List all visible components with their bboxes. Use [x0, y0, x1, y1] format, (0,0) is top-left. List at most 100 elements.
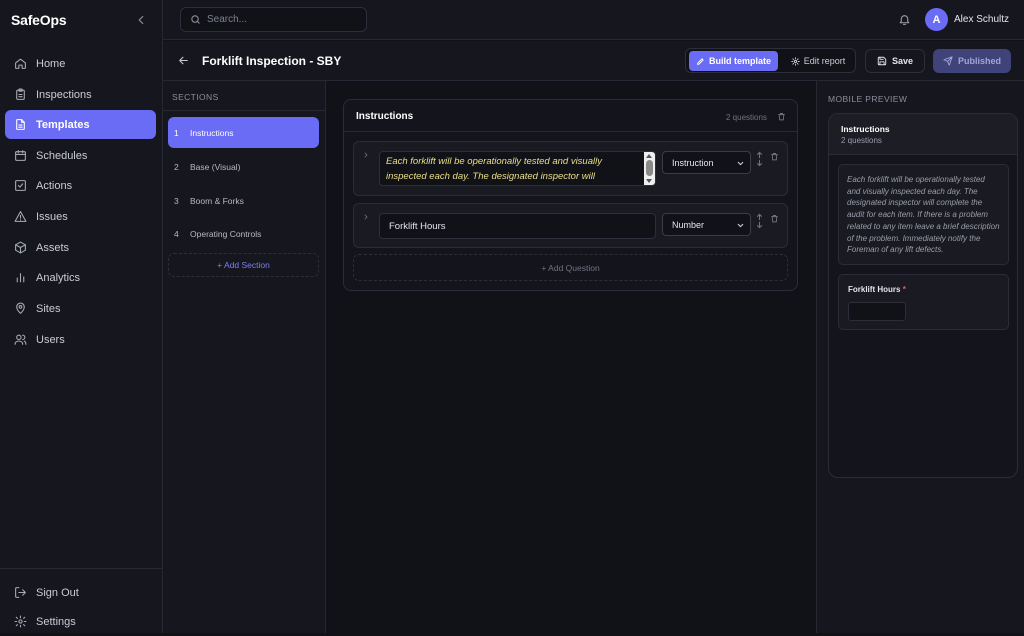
- question-text-area[interactable]: Each forklift will be operationally test…: [379, 151, 656, 186]
- sidebar-item-users[interactable]: Users: [5, 325, 156, 354]
- preview-question-label: Forklift Hours *: [848, 285, 906, 294]
- scroll-down-arrow-icon[interactable]: [646, 179, 652, 183]
- sidebar-item-label: Inspections: [36, 88, 92, 101]
- save-icon: [877, 56, 887, 66]
- sidebar-item-actions[interactable]: Actions: [5, 171, 156, 200]
- sidebar-item-label: Sign Out: [36, 586, 79, 599]
- box-icon: [14, 241, 27, 254]
- calendar-icon: [14, 149, 27, 162]
- preview-number-input[interactable]: [848, 302, 906, 321]
- bar-chart-icon: [14, 271, 27, 284]
- sidebar: SafeOps Home Inspections Templates Sched…: [0, 0, 163, 633]
- sidebar-item-issues[interactable]: Issues: [5, 202, 156, 231]
- chevron-down-icon: [736, 159, 745, 168]
- check-square-icon: [14, 179, 27, 192]
- section-card: Instructions 2 questions Each forklift w…: [343, 99, 798, 291]
- reorder-arrows-icon[interactable]: [756, 151, 763, 167]
- sidebar-item-assets[interactable]: Assets: [5, 233, 156, 262]
- sidebar-item-analytics[interactable]: Analytics: [5, 263, 156, 292]
- section-label: Instructions: [190, 127, 234, 138]
- preview-instruction-text: Each forklift will be operationally test…: [838, 164, 1009, 265]
- clipboard-icon: [14, 88, 27, 101]
- scrollbar-thumb[interactable]: [646, 160, 653, 176]
- trash-icon[interactable]: [777, 112, 786, 121]
- scroll-up-arrow-icon[interactable]: [646, 154, 652, 158]
- sections-panel: SECTIONS 1 Instructions 2 Base (Visual) …: [163, 81, 326, 633]
- search-icon: [190, 14, 201, 25]
- avatar[interactable]: A: [925, 8, 948, 31]
- sidebar-item-settings[interactable]: Settings: [5, 607, 156, 636]
- back-arrow-icon[interactable]: [177, 54, 190, 67]
- sidebar-item-label: Templates: [36, 118, 90, 131]
- sidebar-item-schedules[interactable]: Schedules: [5, 141, 156, 170]
- reorder-arrows-icon[interactable]: [756, 213, 763, 229]
- preview-section-header: Instructions 2 questions: [829, 114, 1017, 155]
- question-type-select[interactable]: Instruction: [662, 151, 751, 174]
- published-button[interactable]: Published: [933, 49, 1011, 73]
- mobile-preview-heading: MOBILE PREVIEW: [828, 94, 908, 104]
- question-row: Each forklift will be operationally test…: [353, 141, 788, 196]
- section-item-instructions[interactable]: 1 Instructions: [168, 117, 319, 148]
- card-divider: [344, 131, 797, 132]
- save-button[interactable]: Save: [865, 49, 925, 73]
- section-item-base-visual[interactable]: 2 Base (Visual): [168, 151, 319, 182]
- gear-icon: [14, 615, 27, 628]
- sidebar-item-label: Schedules: [36, 149, 88, 162]
- sections-heading: SECTIONS: [172, 92, 219, 102]
- sidebar-item-home[interactable]: Home: [5, 49, 156, 78]
- bell-icon[interactable]: [898, 13, 911, 26]
- logout-icon: [14, 586, 27, 599]
- sidebar-item-label: Analytics: [36, 271, 81, 284]
- section-label: Boom & Forks: [190, 195, 244, 206]
- question-row: Forklift Hours Number: [353, 203, 788, 248]
- edit-report-tab[interactable]: Edit report: [782, 51, 854, 71]
- edit-report-label: Edit report: [803, 56, 846, 66]
- sidebar-item-inspections[interactable]: Inspections: [5, 80, 156, 109]
- sidebar-divider: [0, 568, 163, 569]
- add-section-button[interactable]: + Add Section: [168, 253, 319, 277]
- preview-section-title: Instructions: [841, 124, 890, 134]
- chevron-right-icon[interactable]: [362, 213, 370, 221]
- home-icon: [14, 57, 27, 70]
- sections-divider: [163, 110, 326, 111]
- question-text-input[interactable]: Forklift Hours: [379, 213, 656, 239]
- search-input[interactable]: Search...: [180, 7, 367, 32]
- sidebar-item-templates[interactable]: Templates: [5, 110, 156, 139]
- sidebar-item-label: Settings: [36, 615, 76, 628]
- question-type-value: Number: [672, 219, 705, 230]
- section-number: 2: [174, 161, 179, 172]
- mobile-preview-panel: MOBILE PREVIEW Instructions 2 questions …: [816, 81, 1024, 633]
- section-item-operating-controls[interactable]: 4 Operating Controls: [168, 218, 319, 249]
- editor-area: Instructions 2 questions Each forklift w…: [326, 81, 816, 633]
- chevron-down-icon: [736, 221, 745, 230]
- build-template-label: Build template: [708, 56, 771, 66]
- document-icon: [14, 118, 27, 131]
- add-question-button[interactable]: + Add Question: [353, 254, 788, 281]
- sidebar-item-sites[interactable]: Sites: [5, 294, 156, 323]
- question-count: 2 questions: [726, 113, 767, 122]
- search-placeholder: Search...: [207, 14, 248, 25]
- section-number: 1: [174, 127, 179, 138]
- page-header: Forklift Inspection - SBY Build template…: [163, 41, 1024, 81]
- section-item-boom-forks[interactable]: 3 Boom & Forks: [168, 185, 319, 216]
- collapse-sidebar-icon[interactable]: [134, 13, 148, 27]
- users-icon: [14, 333, 27, 346]
- sidebar-item-sign-out[interactable]: Sign Out: [5, 578, 156, 607]
- gear-icon: [791, 56, 800, 66]
- section-label: Operating Controls: [190, 228, 262, 239]
- warning-icon: [14, 210, 27, 223]
- required-mark: *: [902, 285, 906, 294]
- trash-icon[interactable]: [770, 214, 779, 223]
- trash-icon[interactable]: [770, 152, 779, 161]
- build-template-tab[interactable]: Build template: [689, 51, 778, 71]
- sidebar-item-label: Issues: [36, 210, 68, 223]
- user-name[interactable]: Alex Schultz: [954, 14, 1009, 25]
- page-title: Forklift Inspection - SBY: [202, 54, 342, 68]
- sidebar-item-label: Home: [36, 57, 66, 70]
- top-bar: Search... A Alex Schultz: [163, 0, 1024, 40]
- chevron-right-icon[interactable]: [362, 151, 370, 159]
- published-label: Published: [957, 56, 1001, 66]
- sidebar-item-label: Assets: [36, 241, 70, 254]
- scrollbar[interactable]: [644, 152, 655, 185]
- question-type-select[interactable]: Number: [662, 213, 751, 236]
